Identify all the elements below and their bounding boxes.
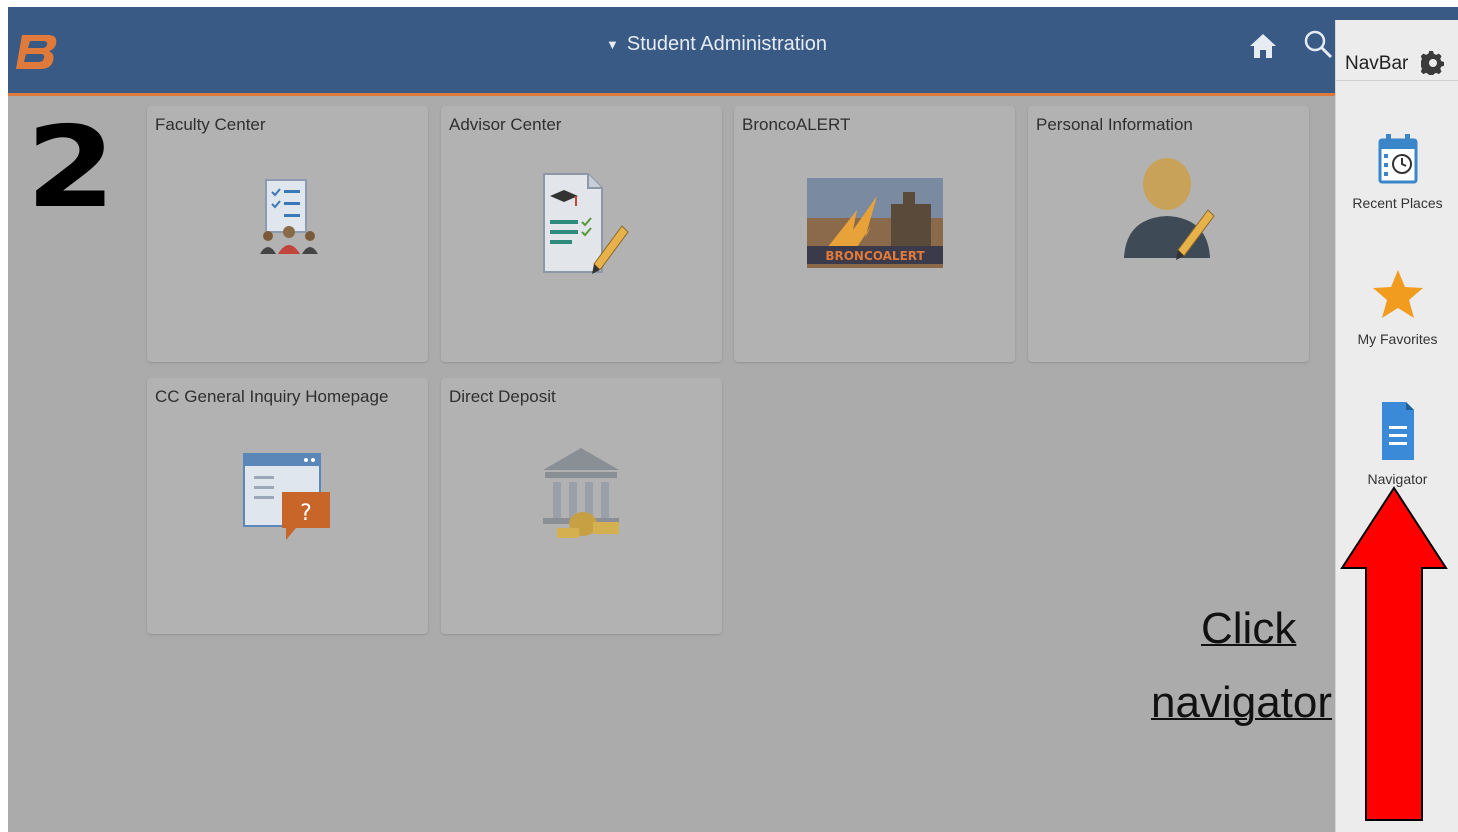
tile-faculty-center[interactable]: Faculty Center (147, 106, 428, 362)
red-up-arrow (1340, 486, 1448, 821)
navbar-item-label: Navigator (1367, 471, 1428, 487)
tile-title: BroncoALERT (742, 115, 851, 134)
caret-down-icon: ▼ (606, 37, 619, 52)
tile-title: Advisor Center (449, 115, 562, 134)
person-edit-icon (1124, 158, 1215, 260)
broncos-logo[interactable] (14, 27, 62, 75)
broncoalert-image: BRONCOALERT (807, 178, 943, 268)
home-icon[interactable] (1248, 31, 1278, 61)
inquiry-help-icon: ? (243, 453, 330, 540)
search-icon[interactable] (1303, 29, 1333, 59)
document-icon (1381, 402, 1414, 460)
instruction-line-1: Click (1201, 604, 1297, 653)
app-header: ▼ Student Administration (8, 7, 1458, 96)
tile-broncoalert[interactable]: BroncoALERT BRONCOALERT (734, 106, 1015, 362)
bank-deposit-icon (543, 448, 619, 538)
navbar-item-label: My Favorites (1357, 331, 1438, 347)
page-title-dropdown[interactable]: ▼ Student Administration (606, 33, 827, 56)
advisor-center-icon (543, 173, 629, 274)
navbar-item-recent-places[interactable]: Recent Places (1336, 132, 1458, 211)
tile-title: CC General Inquiry Homepage (155, 387, 389, 406)
calendar-clock-icon (1378, 134, 1417, 184)
step-number: 2 (26, 103, 116, 233)
tile-personal-information[interactable]: Personal Information (1028, 106, 1309, 362)
instruction-line-2: navigator (1151, 678, 1333, 727)
tile-title: Direct Deposit (449, 387, 556, 406)
broncoalert-image-text: BRONCOALERT (825, 249, 925, 263)
navbar-title: NavBar (1345, 53, 1409, 74)
star-icon (1372, 270, 1423, 318)
page-title: Student Administration (626, 33, 827, 55)
tile-advisor-center[interactable]: Advisor Center (441, 106, 722, 362)
tile-direct-deposit[interactable]: Direct Deposit (441, 378, 722, 634)
tile-title: Faculty Center (155, 115, 266, 134)
tile-cc-general-inquiry[interactable]: CC General Inquiry Homepage ? (147, 378, 428, 634)
svg-text:?: ? (300, 501, 312, 526)
navbar-item-label: Recent Places (1352, 195, 1443, 211)
tile-title: Personal Information (1036, 115, 1193, 134)
navbar-item-my-favorites[interactable]: My Favorites (1336, 268, 1458, 347)
faculty-center-icon (260, 179, 318, 254)
navbar-header: NavBar (1336, 20, 1458, 81)
gear-icon[interactable] (1421, 51, 1445, 75)
navbar-item-navigator[interactable]: Navigator (1336, 400, 1458, 487)
